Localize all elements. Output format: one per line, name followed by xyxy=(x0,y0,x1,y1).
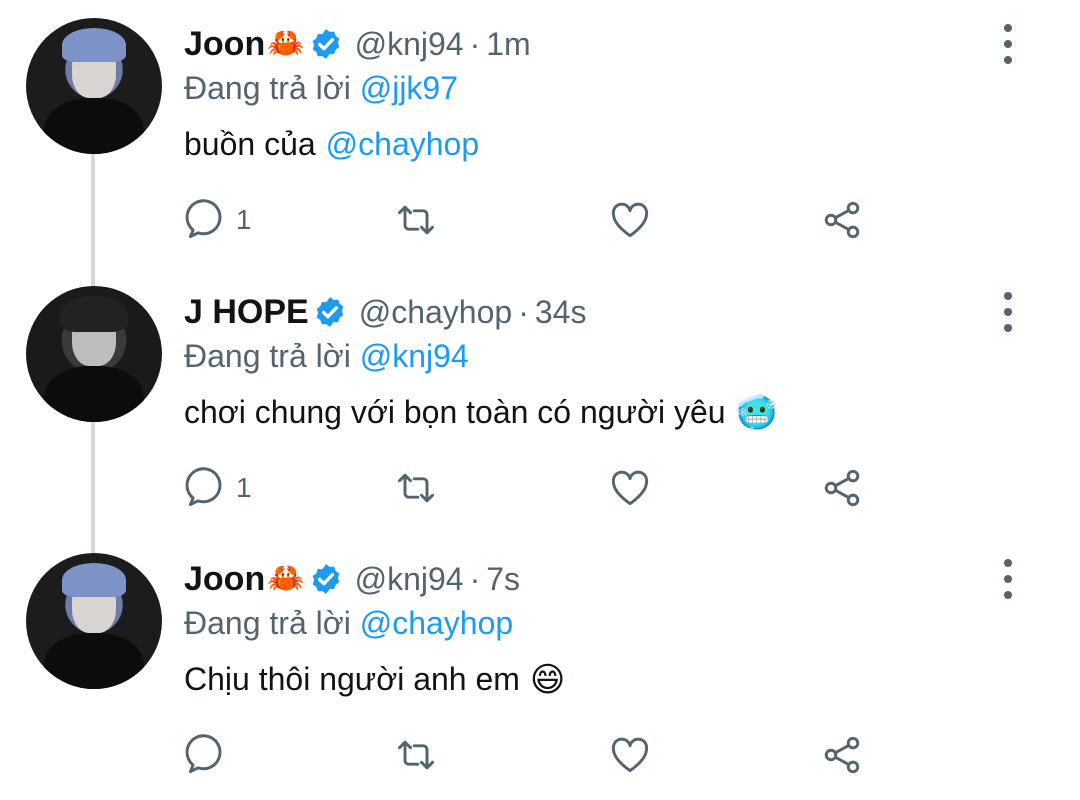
tweet-text-body: Chịu thôi người anh em xyxy=(184,661,520,697)
retweet-button[interactable] xyxy=(394,464,438,512)
tweet-header: Joon 🦀 @knj94 · 1m xyxy=(184,22,531,66)
share-icon xyxy=(824,469,860,507)
tweet[interactable]: J HOPE @chayhop · 34s Đang trả lời @knj94 … xyxy=(0,268,1080,533)
tweet-header: J HOPE @chayhop · 34s xyxy=(184,290,586,334)
like-button[interactable] xyxy=(608,196,652,244)
replying-to-mention[interactable]: @knj94 xyxy=(360,338,469,374)
reply-icon xyxy=(185,199,222,238)
retweet-icon xyxy=(398,740,434,770)
user-handle[interactable]: @chayhop xyxy=(359,294,512,330)
avatar[interactable] xyxy=(26,553,162,689)
meta-separator: · xyxy=(469,560,481,597)
display-name[interactable]: Joon xyxy=(184,25,265,64)
reply-count: 1 xyxy=(236,472,252,503)
tweet[interactable]: Joon 🦀 @knj94 · 1m Đang trả lời @jjk97 buồ… xyxy=(0,0,1080,265)
replying-to-mention[interactable]: @jjk97 xyxy=(360,70,458,106)
retweet-icon xyxy=(398,205,434,235)
heart-icon xyxy=(611,202,649,238)
cold-face-emoji: 🥶 xyxy=(735,393,778,432)
reply-icon xyxy=(185,467,222,506)
replying-to-label: Đang trả lời xyxy=(184,338,351,374)
replying-to-mention[interactable]: @chayhop xyxy=(360,605,513,641)
tweet[interactable]: Joon 🦀 @knj94 · 7s Đang trả lời @chayhop C… xyxy=(0,535,1080,800)
more-options-button[interactable] xyxy=(998,24,1018,64)
timestamp[interactable]: 7s xyxy=(486,561,520,597)
share-button[interactable] xyxy=(820,196,864,244)
user-handle[interactable]: @knj94 xyxy=(355,561,464,597)
avatar[interactable] xyxy=(26,18,162,154)
replying-to: Đang trả lời @jjk97 xyxy=(184,70,458,107)
reply-button[interactable] xyxy=(184,731,236,779)
meta-separator: · xyxy=(518,293,529,330)
crab-emoji: 🦀 xyxy=(267,562,305,595)
share-button[interactable] xyxy=(820,731,864,779)
user-handle[interactable]: @knj94 xyxy=(355,26,464,62)
verified-badge-icon xyxy=(316,297,344,327)
share-icon xyxy=(824,201,860,239)
grinning-emoji: 😄 xyxy=(529,660,566,699)
timestamp[interactable]: 34s xyxy=(535,294,587,330)
verified-badge-icon xyxy=(312,564,339,594)
heart-icon xyxy=(611,737,649,773)
display-name[interactable]: J HOPE xyxy=(184,293,309,332)
replying-to-label: Đang trả lời xyxy=(184,70,351,106)
display-name[interactable]: Joon xyxy=(184,560,265,599)
verified-badge-icon xyxy=(312,29,339,59)
tweet-text-body: chơi chung với bọn toàn có người yêu xyxy=(184,394,726,430)
tweet-text: chơi chung với bọn toàn có người yêu 🥶 xyxy=(184,394,778,431)
tweet-text: Chịu thôi người anh em 😄 xyxy=(184,661,565,698)
replying-to-label: Đang trả lời xyxy=(184,605,351,641)
like-button[interactable] xyxy=(608,731,652,779)
tweet-mention[interactable]: @chayhop xyxy=(326,126,479,163)
tweet-actions: 1 xyxy=(184,196,884,244)
more-options-button[interactable] xyxy=(998,292,1018,332)
retweet-button[interactable] xyxy=(394,731,438,779)
share-button[interactable] xyxy=(820,464,864,512)
more-options-button[interactable] xyxy=(998,559,1018,599)
tweet-actions xyxy=(184,731,884,779)
crab-emoji: 🦀 xyxy=(267,27,305,60)
reply-button[interactable]: 1 xyxy=(184,464,252,512)
meta-separator: · xyxy=(469,25,481,62)
tweet-actions: 1 xyxy=(184,464,884,512)
share-icon xyxy=(824,736,860,774)
timestamp[interactable]: 1m xyxy=(486,26,530,62)
replying-to: Đang trả lời @knj94 xyxy=(184,338,469,375)
tweet-text: buồn của @chayhop xyxy=(184,126,479,163)
replying-to: Đang trả lời @chayhop xyxy=(184,605,513,642)
tweet-header: Joon 🦀 @knj94 · 7s xyxy=(184,557,520,601)
retweet-icon xyxy=(398,473,434,503)
reply-button[interactable]: 1 xyxy=(184,196,252,244)
retweet-button[interactable] xyxy=(394,196,438,244)
tweet-text-body: buồn của xyxy=(184,126,316,162)
like-button[interactable] xyxy=(608,464,652,512)
heart-icon xyxy=(611,470,649,506)
avatar[interactable] xyxy=(26,286,162,422)
reply-icon xyxy=(185,734,222,773)
reply-count: 1 xyxy=(236,204,252,235)
